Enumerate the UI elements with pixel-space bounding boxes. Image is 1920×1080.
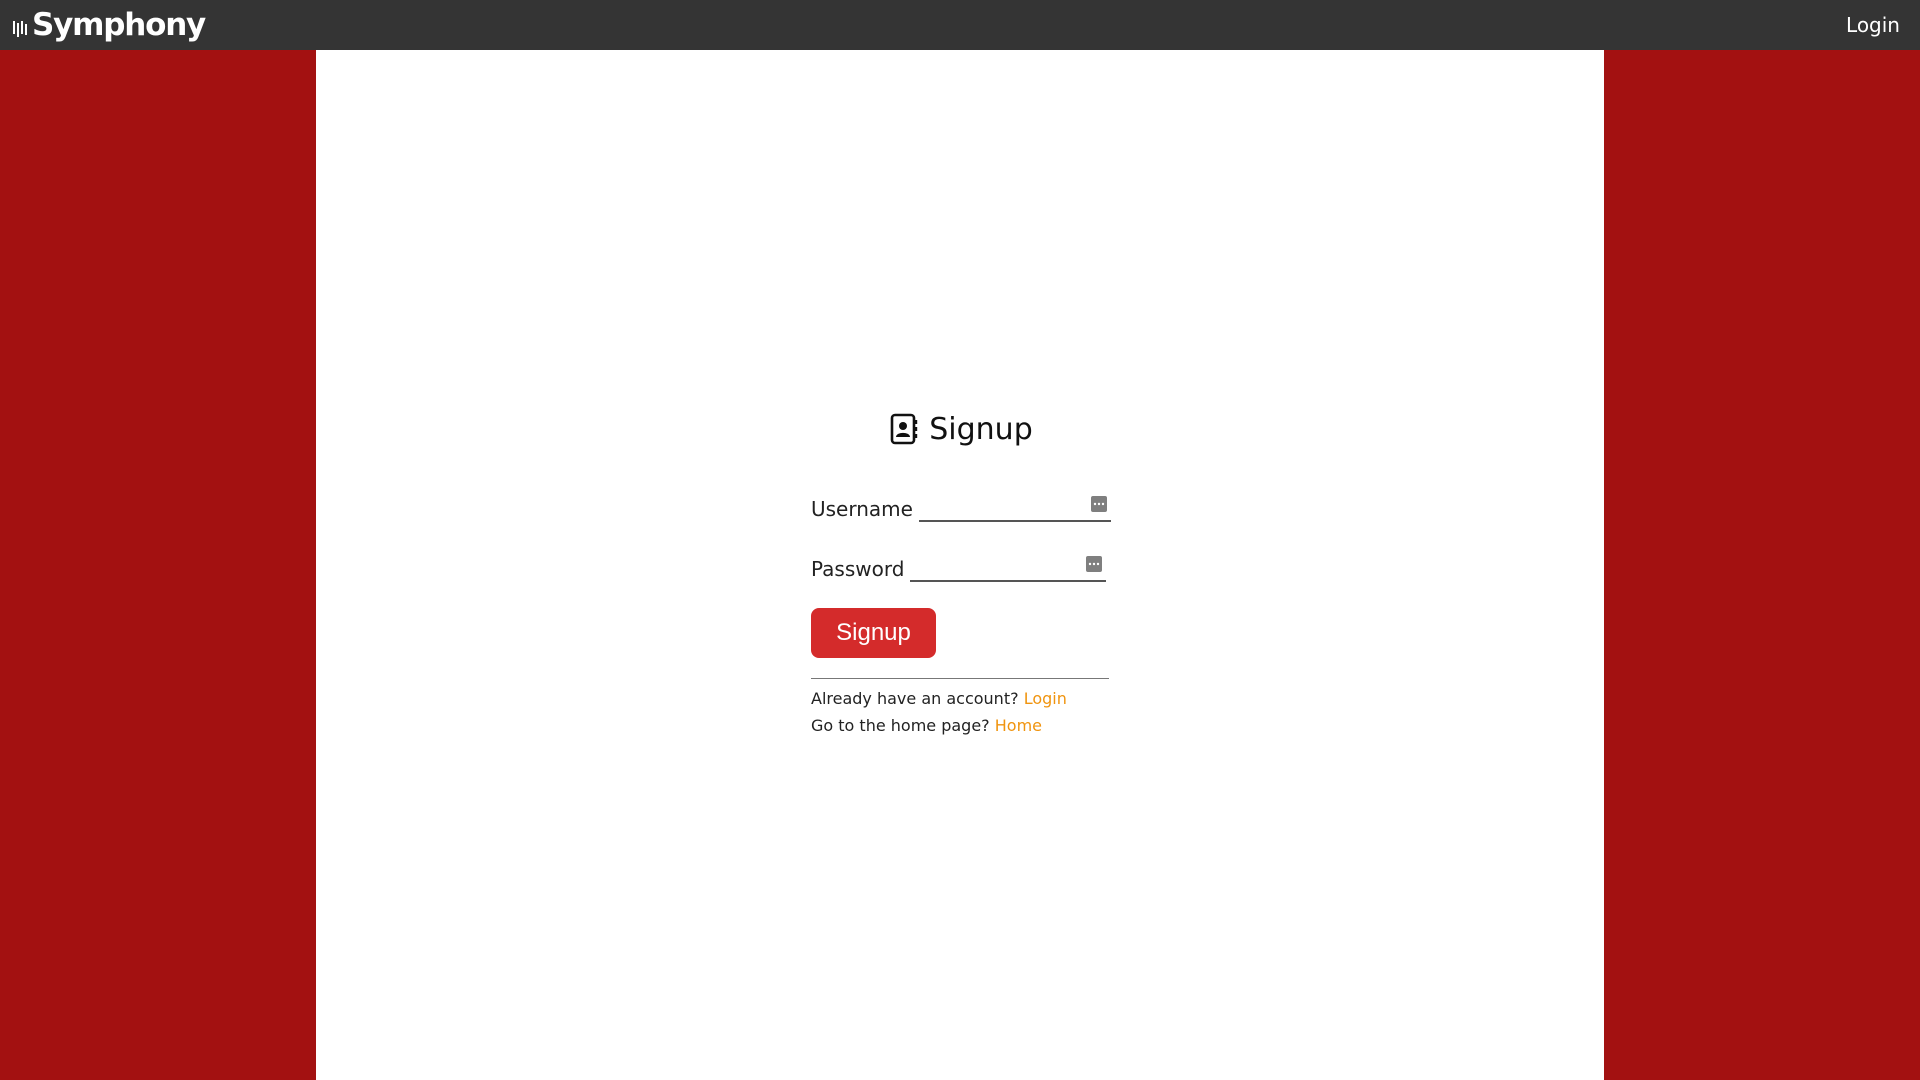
page-title: Signup — [929, 411, 1033, 447]
password-row: Password — [811, 548, 1111, 582]
password-input[interactable] — [910, 548, 1085, 578]
brand-logo-link[interactable]: Symphony — [12, 7, 206, 43]
home-link[interactable]: Home — [995, 716, 1042, 735]
username-input-box — [918, 488, 1111, 522]
form-divider — [811, 678, 1109, 679]
login-prompt: Already have an account? Login — [811, 685, 1111, 712]
username-label: Username — [811, 497, 913, 521]
equalizer-bars-icon — [13, 21, 27, 37]
signup-button[interactable]: Signup — [811, 608, 936, 658]
home-prompt: Go to the home page? Home — [811, 712, 1111, 739]
login-prompt-text: Already have an account? — [811, 689, 1019, 708]
brand-name: Symphony — [32, 7, 206, 43]
username-row: Username — [811, 488, 1111, 522]
dots-icon — [1089, 562, 1100, 566]
top-navbar: Symphony Login — [0, 0, 1920, 50]
dots-icon — [1093, 502, 1105, 506]
nav-login-link[interactable]: Login — [1846, 13, 1900, 37]
main-content-panel: Signup Username Password Signup Already … — [316, 50, 1604, 1080]
login-link[interactable]: Login — [1024, 689, 1067, 708]
password-input-box — [910, 548, 1107, 582]
signup-form: Signup Username Password Signup Already … — [811, 408, 1111, 739]
signup-heading: Signup — [811, 408, 1111, 450]
password-manager-icon[interactable] — [1086, 556, 1103, 572]
password-label: Password — [811, 557, 905, 581]
contact-book-icon — [890, 413, 918, 445]
password-manager-icon[interactable] — [1091, 496, 1107, 512]
username-input[interactable] — [918, 488, 1093, 518]
home-prompt-text: Go to the home page? — [811, 716, 990, 735]
